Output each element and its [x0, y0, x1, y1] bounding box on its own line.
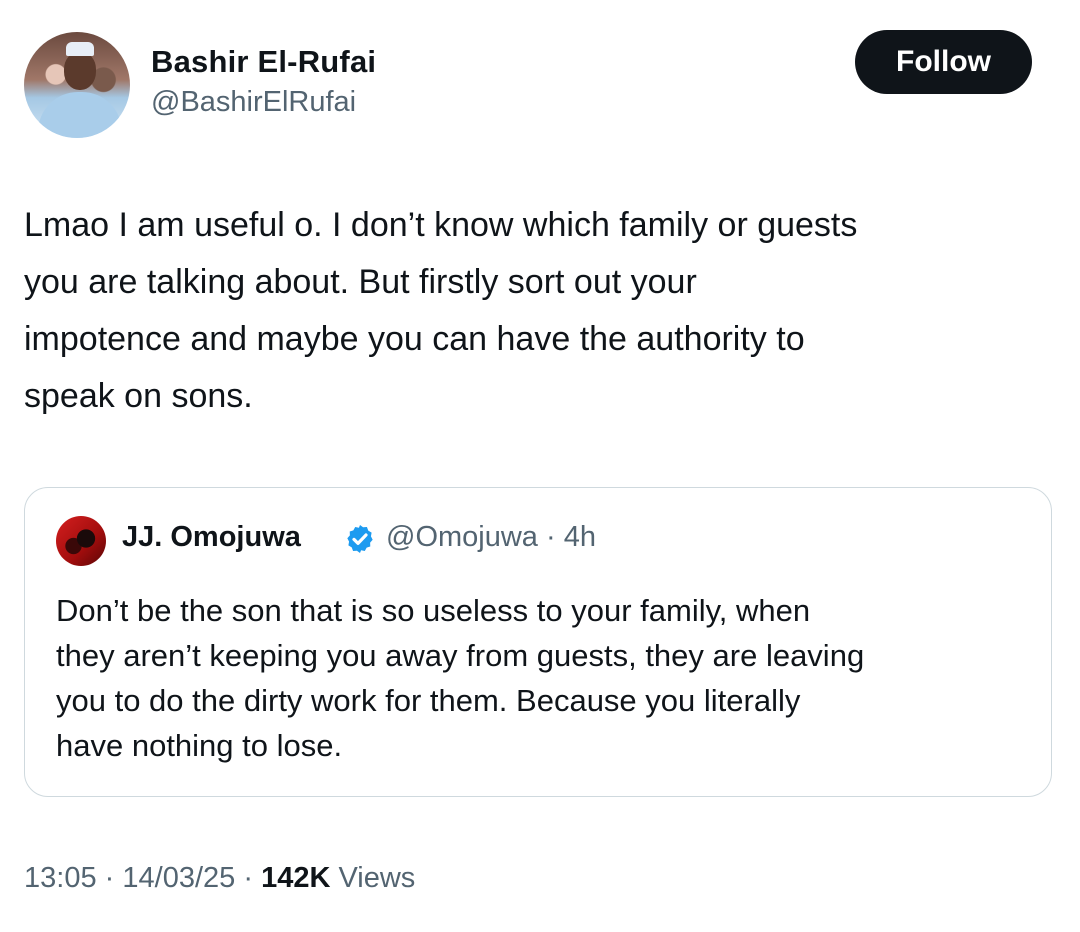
- tweet-page: Bashir El-Rufai @BashirElRufai Follow Lm…: [0, 0, 1080, 932]
- tweet-date[interactable]: 14/03/25: [122, 862, 235, 894]
- quoted-tweet-card[interactable]: JJ. Omojuwa @Omojuwa · 4h Don’t be the s…: [24, 487, 1052, 797]
- quoted-author-name[interactable]: JJ. Omojuwa: [122, 521, 301, 554]
- tweet-time[interactable]: 13:05: [24, 862, 97, 894]
- views-count: 142K: [261, 862, 331, 894]
- verified-badge-icon: [347, 525, 373, 553]
- author-avatar[interactable]: [24, 32, 130, 138]
- author-handle[interactable]: @BashirElRufai: [151, 86, 356, 119]
- views-label: Views: [338, 862, 416, 894]
- tweet-text: Lmao I am useful o. I don’t know which f…: [24, 206, 858, 415]
- quoted-author-handle-time[interactable]: @Omojuwa · 4h: [386, 521, 596, 554]
- author-name[interactable]: Bashir El-Rufai: [151, 44, 376, 80]
- tweet-meta: 13:05 · 14/03/25 · 142K Views: [24, 862, 415, 895]
- quoted-tweet-text: Don’t be the son that is so useless to y…: [56, 593, 865, 763]
- meta-separator: ·: [104, 862, 115, 894]
- follow-button[interactable]: Follow: [855, 30, 1032, 94]
- meta-separator: ·: [243, 862, 253, 894]
- quoted-author-avatar[interactable]: [56, 516, 106, 566]
